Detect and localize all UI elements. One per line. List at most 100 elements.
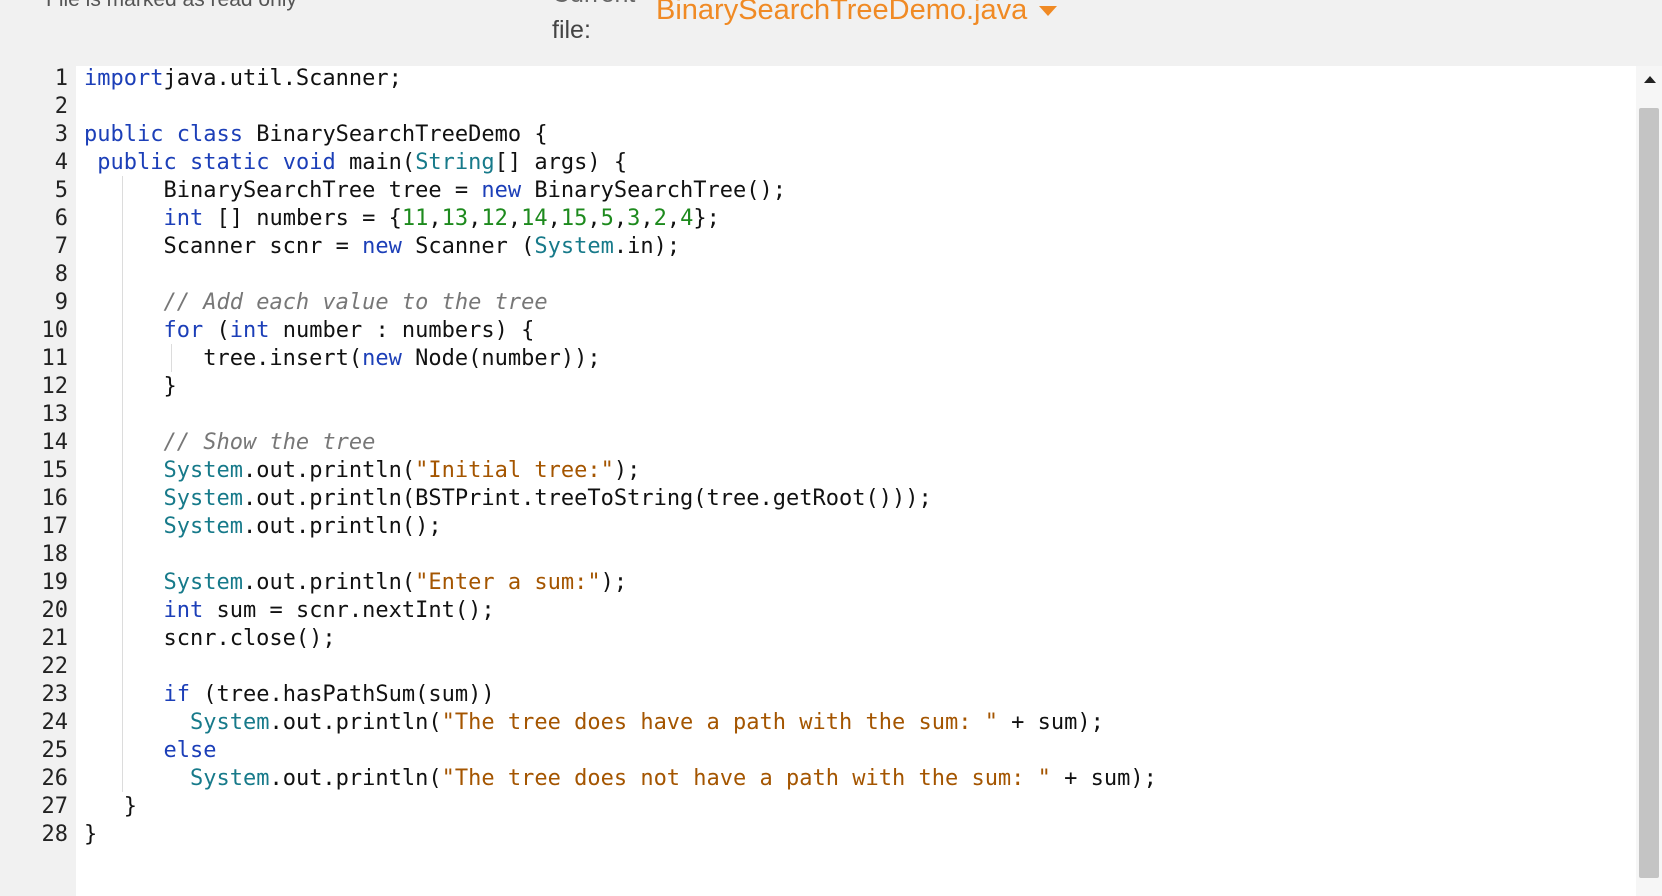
line-number: 23 [41, 682, 69, 707]
code-token: new [362, 234, 402, 259]
code-token: 5 [600, 206, 614, 231]
code-token: String [415, 150, 495, 175]
indent-guide [171, 344, 172, 372]
line-number: 11 [41, 346, 69, 371]
code-token: BinarySearchTreeDemo { [242, 122, 548, 147]
file-selector-dropdown[interactable]: BinarySearchTreeDemo.java [656, 0, 1058, 27]
editor-header: File is marked as read only Current file… [0, 0, 1662, 66]
code-token: main( [335, 150, 416, 175]
code-token: for [163, 318, 204, 343]
code-token: if [163, 682, 190, 707]
code-token: ); [600, 570, 628, 595]
line-number: 10 [41, 318, 69, 343]
code-token: } [84, 822, 98, 847]
code-token: void [282, 150, 336, 175]
code-token: Scanner ( [401, 234, 535, 259]
code-token: }; [693, 206, 720, 231]
code-line: public class BinarySearchTreeDemo { [84, 120, 548, 150]
line-number-gutter: 1 2 3 4 5 6 7 8 9 10 11 12 13 14 15 16 17 18 19 20 21 22 23 24 2… [0, 66, 76, 896]
line-number: 18 [41, 542, 69, 567]
line-number: 17 [41, 514, 69, 539]
code-line: for (int number : numbers) { [84, 316, 534, 346]
current-file-label: file: [552, 16, 591, 44]
code-token: class [176, 122, 243, 147]
code-token: , [613, 206, 628, 231]
code-token: [] args) { [494, 150, 628, 175]
line-number: 5 [54, 178, 68, 203]
code-line: } [84, 372, 177, 402]
code-token: (tree.hasPathSum(sum)) [189, 682, 495, 707]
code-token: .out.println( [269, 766, 442, 791]
scroll-up-arrow-icon[interactable] [1644, 76, 1656, 83]
code-token: System [163, 570, 243, 595]
line-number: 4 [54, 150, 68, 175]
code-token: BinarySearchTree tree = [84, 178, 482, 203]
code-token: .out.println(BSTPrint.treeToString(tree.… [242, 486, 932, 511]
code-token: System [163, 514, 243, 539]
line-number: 7 [54, 234, 68, 259]
code-line: BinarySearchTree tree = new BinarySearch… [84, 176, 786, 206]
vertical-scrollbar[interactable] [1636, 66, 1662, 896]
code-line: System.out.println("The tree does not ha… [84, 764, 1157, 794]
code-line: Scanner scnr = new Scanner (System.in); [84, 232, 680, 262]
code-token: Node(number)); [401, 346, 601, 371]
code-token: , [587, 206, 601, 231]
code-line: System.out.println(); [84, 512, 442, 542]
code-line: tree.insert(new Node(number)); [84, 344, 601, 374]
code-token: System [163, 486, 243, 511]
file-name: BinarySearchTreeDemo.java [656, 0, 1028, 26]
code-token: } [84, 374, 177, 399]
code-token: 3 [627, 206, 641, 231]
code-token: , [507, 206, 522, 231]
code-line: int sum = scnr.nextInt(); [84, 596, 495, 626]
line-number: 2 [54, 94, 68, 119]
code-token: new [362, 346, 402, 371]
code-line: // Add each value to the tree [84, 288, 548, 318]
code-token: public [84, 122, 164, 147]
code-token: + sum); [997, 710, 1104, 735]
code-token: 14 [521, 206, 548, 231]
code-token: System [534, 234, 614, 259]
code-token: [] numbers = { [203, 206, 402, 231]
line-number: 27 [41, 794, 69, 819]
line-number: 26 [41, 766, 69, 791]
line-number: 25 [41, 738, 69, 763]
code-editor[interactable]: 1 2 3 4 5 6 7 8 9 10 11 12 13 14 15 16 17 18 19 20 21 22 23 24 2… [0, 66, 1636, 896]
code-token: .out.println(); [242, 514, 442, 539]
code-token: 2 [653, 206, 667, 231]
code-token: , [468, 206, 482, 231]
scrollbar-thumb[interactable] [1639, 108, 1659, 878]
code-line: if (tree.hasPathSum(sum)) [84, 680, 495, 710]
current-file-label-top: Current [552, 0, 635, 9]
code-token: sum = scnr.nextInt(); [203, 598, 495, 623]
line-number: 16 [41, 486, 69, 511]
code-token: // Add each value to the tree [163, 290, 548, 315]
code-token: ( [203, 318, 230, 343]
line-number: 21 [41, 626, 69, 651]
code-token: // Show the tree [163, 430, 376, 455]
code-token: .out.println( [242, 570, 416, 595]
code-line: } [84, 792, 137, 822]
code-token: System [163, 458, 243, 483]
code-token: public [97, 150, 177, 175]
code-token: int [163, 206, 204, 231]
code-token: ); [613, 458, 641, 483]
code-token: tree.insert( [84, 346, 363, 371]
code-token: static [189, 150, 270, 175]
code-token: "Initial tree:" [415, 458, 614, 483]
code-token: int [163, 598, 204, 623]
line-number: 24 [41, 710, 69, 735]
code-token: .out.println( [242, 458, 416, 483]
indent-guide [122, 176, 123, 792]
